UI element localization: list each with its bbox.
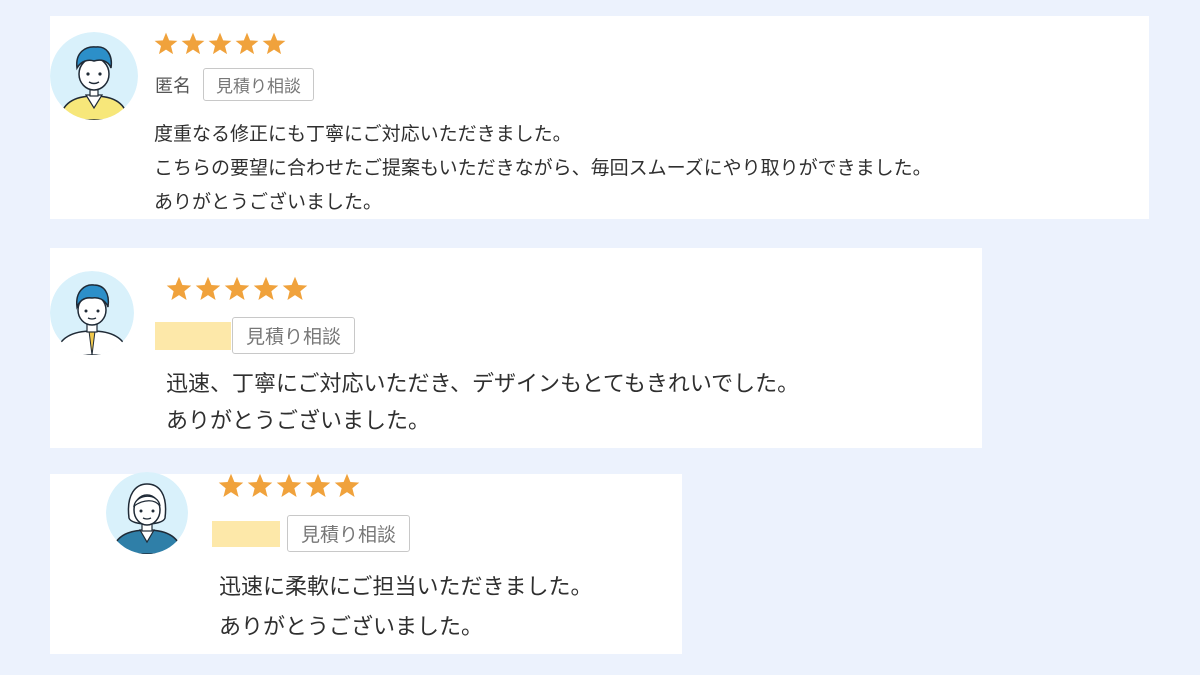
review-line: ありがとうございました。 bbox=[154, 191, 383, 213]
review-card: 見積り相談 迅速、丁寧にご対応いただき、デザインもとてもきれいでした。 ありがと… bbox=[50, 248, 982, 448]
star-rating bbox=[153, 31, 287, 57]
review-card: 見積り相談 迅速に柔軟にご担当いただきました。 ありがとうございました。 bbox=[50, 472, 682, 654]
star-icon bbox=[281, 275, 309, 303]
reviewer-name-redacted bbox=[155, 321, 231, 350]
review-meta: 見積り相談 bbox=[155, 317, 356, 354]
review-line: 迅速に柔軟にご担当いただきました。 bbox=[219, 575, 593, 600]
review-line: 度重なる修正にも丁寧にご対応いただきました。 bbox=[154, 123, 572, 145]
review-line: ありがとうございました。 bbox=[166, 409, 431, 434]
category-tag: 見積り相談 bbox=[203, 68, 314, 101]
review-line: こちらの要望に合わせたご提案もいただきながら、毎回スムーズにやり取りができました… bbox=[154, 157, 932, 179]
star-rating bbox=[165, 275, 309, 303]
star-icon bbox=[275, 472, 303, 500]
star-icon bbox=[180, 31, 206, 57]
man-tie-avatar-icon bbox=[50, 271, 134, 355]
star-icon bbox=[217, 472, 245, 500]
review-meta: 匿名 見積り相談 bbox=[155, 68, 314, 101]
star-icon bbox=[261, 31, 287, 57]
review-line: 迅速、丁寧にご対応いただき、デザインもとてもきれいでした。 bbox=[166, 372, 800, 397]
star-icon bbox=[333, 472, 361, 500]
review-text: 度重なる修正にも丁寧にご対応いただきました。 こちらの要望に合わせたご提案もいた… bbox=[154, 117, 932, 219]
man-short-hair-avatar-icon bbox=[50, 32, 138, 120]
reviewer-name-redacted bbox=[212, 520, 280, 547]
category-tag: 見積り相談 bbox=[287, 515, 411, 552]
star-icon bbox=[207, 31, 233, 57]
star-icon bbox=[153, 31, 179, 57]
star-icon bbox=[304, 472, 332, 500]
star-icon bbox=[234, 31, 260, 57]
woman-bob-hair-avatar-icon bbox=[106, 472, 188, 554]
review-text: 迅速、丁寧にご対応いただき、デザインもとてもきれいでした。 ありがとうございまし… bbox=[166, 366, 799, 440]
review-meta: 見積り相談 bbox=[212, 515, 411, 552]
star-icon bbox=[165, 275, 193, 303]
star-rating bbox=[217, 472, 361, 500]
star-icon bbox=[223, 275, 251, 303]
review-line: ありがとうございました。 bbox=[219, 615, 484, 640]
category-tag: 見積り相談 bbox=[232, 317, 356, 354]
review-text: 迅速に柔軟にご担当いただきました。 ありがとうございました。 bbox=[219, 568, 593, 648]
review-card: 匿名 見積り相談 度重なる修正にも丁寧にご対応いただきました。 こちらの要望に合… bbox=[50, 16, 1149, 219]
reviewer-name: 匿名 bbox=[155, 75, 191, 97]
star-icon bbox=[194, 275, 222, 303]
star-icon bbox=[252, 275, 280, 303]
star-icon bbox=[246, 472, 274, 500]
